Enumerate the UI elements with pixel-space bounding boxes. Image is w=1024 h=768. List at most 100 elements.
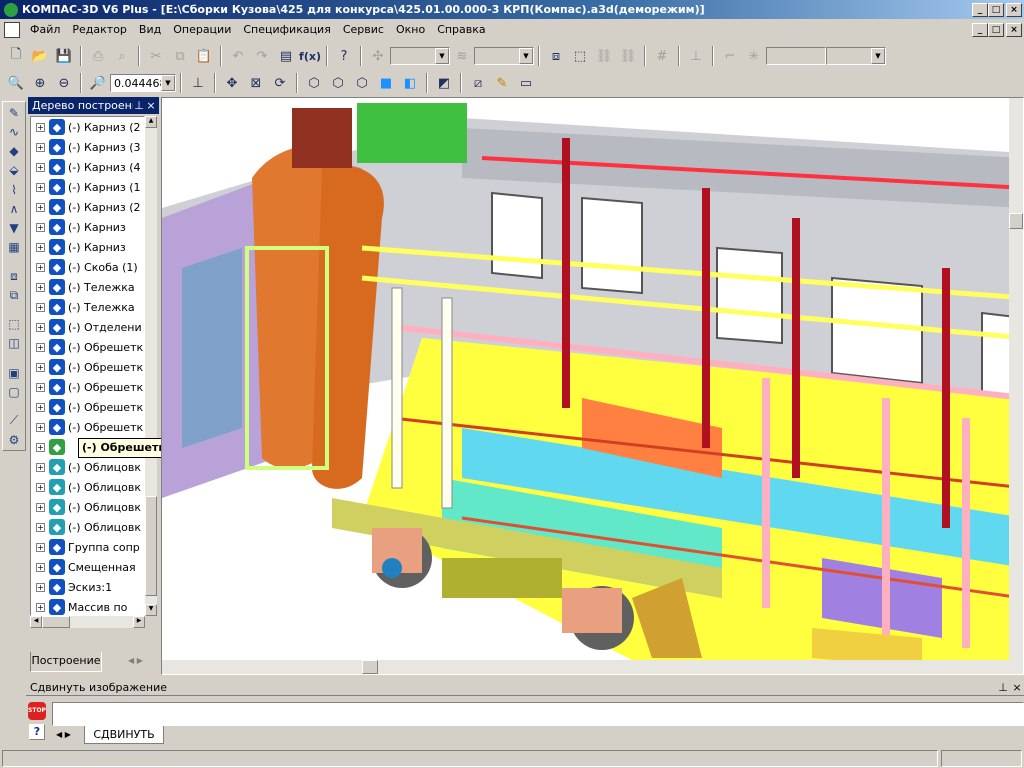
- menu-view[interactable]: Вид: [133, 20, 167, 40]
- expand-icon[interactable]: +: [36, 422, 45, 432]
- tree-item[interactable]: + ◆ (-) Обрешетк: [31, 417, 144, 437]
- scroll-thumb[interactable]: [145, 496, 157, 596]
- doc-close-button[interactable]: ×: [1006, 23, 1022, 37]
- dimension-tool-icon[interactable]: ∧: [4, 200, 24, 218]
- zoom-combo[interactable]: 0.044468 ▼: [110, 74, 176, 92]
- scroll-left-button[interactable]: ◀: [30, 616, 42, 628]
- redo-icon[interactable]: ↷: [251, 45, 273, 67]
- grid-icon[interactable]: #: [651, 45, 673, 67]
- expand-icon[interactable]: +: [36, 602, 45, 612]
- curve-tool-icon[interactable]: ∿: [4, 123, 24, 141]
- tree-item[interactable]: + ◆ (-) Тележка: [31, 297, 144, 317]
- local-cs-icon[interactable]: ⌐: [719, 45, 741, 67]
- shaded-edges-icon[interactable]: ◧: [399, 72, 421, 94]
- array-tool-icon[interactable]: ⬙: [4, 161, 24, 179]
- menu-operations[interactable]: Операции: [167, 20, 237, 40]
- tree-item[interactable]: + ◆ (-) Облицовк: [31, 497, 144, 517]
- expand-icon[interactable]: +: [36, 502, 45, 512]
- tree-item[interactable]: + ◆ (-) Облицовк: [31, 477, 144, 497]
- scroll-up-button[interactable]: ▲: [145, 116, 157, 128]
- ortho-icon[interactable]: ⊥: [685, 45, 707, 67]
- library-icon[interactable]: ⚙: [4, 431, 24, 449]
- expand-icon[interactable]: +: [36, 562, 45, 572]
- tree-item[interactable]: + ◆ (-) Карниз (1: [31, 177, 144, 197]
- expand-icon[interactable]: +: [36, 302, 45, 312]
- expand-icon[interactable]: +: [36, 282, 45, 292]
- tree-item[interactable]: + ◆ Смещенная: [31, 557, 144, 577]
- expand-icon[interactable]: +: [36, 262, 45, 272]
- expand-icon[interactable]: +: [36, 242, 45, 252]
- hscroll-thumb[interactable]: [42, 616, 70, 628]
- menu-editor[interactable]: Редактор: [66, 20, 133, 40]
- tree-item[interactable]: + ◆ (-) Отделени: [31, 317, 144, 337]
- coord-x-field[interactable]: [766, 47, 826, 65]
- menu-help[interactable]: Справка: [431, 20, 491, 40]
- tree-item[interactable]: + ◆ (-) Облицовк: [31, 457, 144, 477]
- save-icon[interactable]: 💾: [53, 45, 75, 67]
- create-part-icon[interactable]: ⬚: [4, 315, 24, 333]
- maximize-button[interactable]: □: [988, 2, 1004, 17]
- zoom-in-icon[interactable]: ⊕: [29, 72, 51, 94]
- command-pin-icon[interactable]: ⊥: [996, 681, 1010, 694]
- copy-icon[interactable]: ⧉: [169, 45, 191, 67]
- tree-vertical-scrollbar[interactable]: ▲ ▼: [145, 116, 157, 616]
- command-tab-scroll[interactable]: ◀ ▶: [56, 730, 71, 739]
- shaded-icon[interactable]: ■: [375, 72, 397, 94]
- variables-icon[interactable]: f(x): [299, 45, 321, 67]
- layer-combo[interactable]: ▼: [390, 47, 450, 65]
- menu-service[interactable]: Сервис: [337, 20, 390, 40]
- section-icon[interactable]: ⧄: [467, 72, 489, 94]
- model-viewport[interactable]: [161, 97, 1024, 675]
- viewport-vscroll-thumb[interactable]: [1009, 213, 1023, 229]
- expand-icon[interactable]: +: [36, 542, 45, 552]
- help-pointer-icon[interactable]: ?: [333, 45, 355, 67]
- tree-item[interactable]: + ◆ (-) Карниз (3: [31, 137, 144, 157]
- undo-icon[interactable]: ↶: [227, 45, 249, 67]
- command-close-icon[interactable]: ×: [1010, 681, 1024, 694]
- expand-icon[interactable]: +: [36, 382, 45, 392]
- expand-icon[interactable]: +: [36, 122, 45, 132]
- hidden-lines-icon[interactable]: ⬡: [327, 72, 349, 94]
- preview-icon[interactable]: ⌕: [111, 45, 133, 67]
- filter-tool-icon[interactable]: ▼: [4, 219, 24, 237]
- insert-component-icon[interactable]: ⧉: [4, 286, 24, 304]
- new-file-icon[interactable]: 🗋: [5, 45, 27, 67]
- thin-hidden-icon[interactable]: ⬡: [351, 72, 373, 94]
- tree-item[interactable]: + ◆ (-) Обрешетк: [31, 337, 144, 357]
- tree-horizontal-scrollbar[interactable]: ◀ ▶: [30, 616, 145, 628]
- perspective-icon[interactable]: ◩: [433, 72, 455, 94]
- render-icon[interactable]: ✎: [491, 72, 513, 94]
- tree-item[interactable]: + ◆ (-) Карниз (2: [31, 197, 144, 217]
- expand-icon[interactable]: +: [36, 402, 45, 412]
- zoom-all-icon[interactable]: ⊠: [245, 72, 267, 94]
- wireframe-icon[interactable]: ⬡: [303, 72, 325, 94]
- scroll-down-button[interactable]: ▼: [145, 604, 157, 616]
- expand-icon[interactable]: +: [36, 162, 45, 172]
- tree-tab[interactable]: Построение: [30, 652, 102, 672]
- expand-icon[interactable]: +: [36, 582, 45, 592]
- mate-icon[interactable]: ▣: [4, 364, 24, 382]
- move-component-icon[interactable]: ▢: [4, 383, 24, 401]
- viewport-hscroll[interactable]: [162, 660, 1023, 674]
- expand-icon[interactable]: +: [36, 342, 45, 352]
- open-folder-icon[interactable]: 📂: [29, 45, 51, 67]
- link-icon[interactable]: ⛓: [593, 45, 615, 67]
- tree-item[interactable]: + ◆ (-) Обрешетк: [31, 357, 144, 377]
- tree-item[interactable]: + ◆ Группа сопр: [31, 537, 144, 557]
- viewport-vscroll[interactable]: [1009, 98, 1023, 662]
- orientation-icon[interactable]: ⊥: [187, 72, 209, 94]
- expand-icon[interactable]: +: [36, 222, 45, 232]
- snap-icon[interactable]: ✣: [367, 45, 389, 67]
- doc-minimize-button[interactable]: _: [972, 23, 988, 37]
- tab-scroll-left[interactable]: ◀ ▶: [128, 656, 143, 665]
- spec-tool-icon[interactable]: ▦: [4, 238, 24, 256]
- pan-icon[interactable]: ✥: [221, 72, 243, 94]
- tree-item[interactable]: + ◆ (-) Тележка: [31, 277, 144, 297]
- tree-item[interactable]: + ◆ (-) Обрешетк: [31, 397, 144, 417]
- viewport-hscroll-thumb[interactable]: [362, 660, 378, 674]
- menu-window[interactable]: Окно: [390, 20, 431, 40]
- tree-item[interactable]: + ◆ (-) Облицовк: [31, 517, 144, 537]
- surface-tool-icon[interactable]: ◆: [4, 142, 24, 160]
- stop-button[interactable]: STOP: [28, 702, 46, 720]
- cut-icon[interactable]: ✂: [145, 45, 167, 67]
